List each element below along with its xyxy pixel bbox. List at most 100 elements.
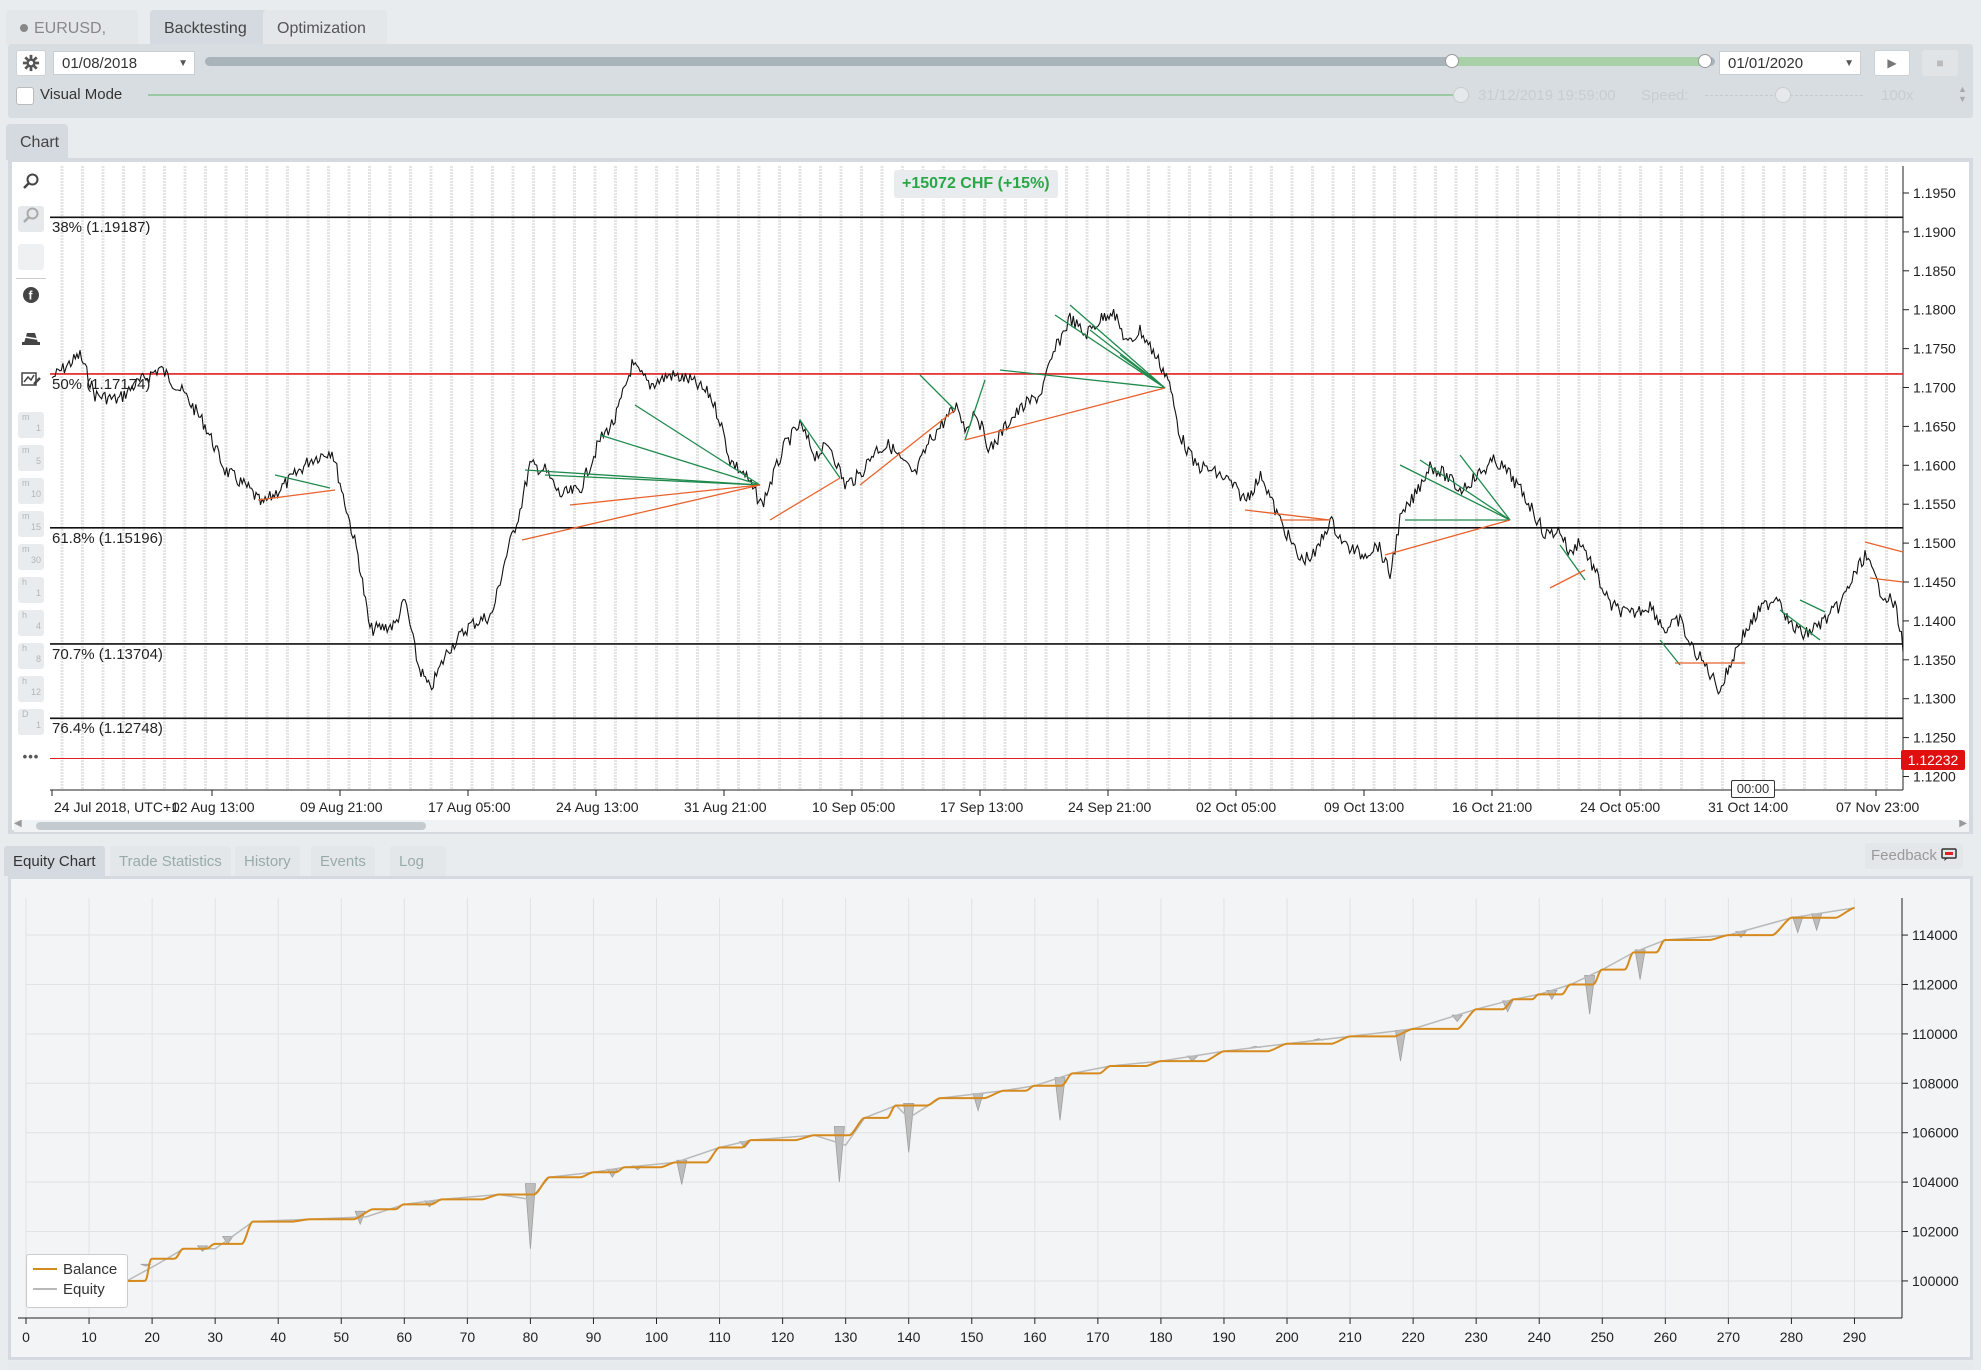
more-button[interactable]: •••	[18, 744, 44, 770]
timeframe-h1[interactable]: h1	[18, 577, 44, 603]
tab-events-label: Events	[320, 853, 366, 870]
tab-log-label: Log	[399, 853, 425, 870]
timeframe-m10[interactable]: m 10	[18, 478, 44, 504]
tab-events[interactable]: Events	[311, 846, 375, 876]
feedback-label: Feedback	[1871, 847, 1937, 864]
timeframe-m1[interactable]: m1	[18, 412, 44, 438]
tab-symbol[interactable]: EURUSD, h1	[6, 10, 138, 75]
timeframe-unit: D	[22, 709, 29, 719]
tab-equity-chart[interactable]: Equity Chart	[4, 846, 105, 876]
timeframe-unit: h	[22, 643, 28, 653]
equity-chart-panel	[8, 876, 1973, 1360]
range-handle-end[interactable]	[1698, 54, 1712, 68]
timeframe-unit: h	[22, 676, 28, 686]
timeframe-unit: m	[22, 544, 30, 554]
range-handle-start[interactable]	[1445, 54, 1459, 68]
start-date-value: 01/08/2018	[62, 55, 138, 72]
zoom-in-button[interactable]	[18, 172, 44, 198]
timeframe-unit: m	[22, 511, 30, 521]
fib-label: 70.7% (1.13704)	[52, 645, 163, 663]
timeframe-h4[interactable]: h4	[18, 610, 44, 636]
zoom-out-button[interactable]	[18, 206, 44, 232]
timeframe-unit: m	[22, 478, 30, 488]
tab-history[interactable]: History	[235, 846, 300, 876]
speed-slider[interactable]	[1705, 87, 1863, 103]
speed-stepper-icon[interactable]: ▲ ▼	[1958, 84, 1967, 104]
timeframe-unit: h	[22, 610, 28, 620]
current-price-value: 1.12232	[1907, 752, 1959, 768]
play-button[interactable]: ▶	[1874, 50, 1910, 76]
timeframe-count: 1	[35, 423, 41, 433]
tab-trade-statistics[interactable]: Trade Statistics	[110, 846, 231, 876]
playback-handle[interactable]	[1453, 87, 1469, 103]
fib-label: 50% (1.17174)	[52, 375, 151, 393]
timeframe-unit: m	[22, 445, 30, 455]
timeframe-h8[interactable]: h8	[18, 643, 44, 669]
legend-item-equity: Equity	[33, 1281, 105, 1298]
visual-mode-checkbox[interactable]	[16, 87, 34, 105]
chart-side-toolbar: f m 1 m 5 m 10 m 15 m 30 h 1 h 4 h 8 h 12 D 1 •••	[14, 164, 50, 764]
tab-optimization-label: Optimization	[277, 20, 366, 37]
tab-optimization[interactable]: Optimization	[263, 10, 387, 44]
start-date-field[interactable]: 01/08/2018 ▼	[53, 51, 195, 75]
range-fill	[1450, 57, 1710, 66]
gear-icon	[22, 54, 40, 72]
tab-equity-chart-label: Equity Chart	[13, 853, 96, 870]
settings-button[interactable]	[16, 50, 46, 76]
timeframe-count: 12	[30, 687, 41, 697]
speed-value: 100x	[1881, 87, 1914, 104]
scroll-thumb[interactable]	[36, 822, 426, 830]
tab-backtesting[interactable]: Backtesting	[150, 10, 269, 44]
equity-legend: Balance Equity	[26, 1254, 128, 1308]
profit-badge: +15072 CHF (+15%)	[894, 170, 1058, 198]
drawing-tools-button[interactable]	[18, 328, 44, 354]
price-chart-panel	[8, 158, 1973, 834]
chevron-down-icon: ▼	[178, 58, 188, 69]
timeframe-count: 5	[35, 456, 41, 466]
hat-icon	[22, 333, 40, 345]
timeframe-m15[interactable]: m 15	[18, 511, 44, 537]
zoom-in-icon	[23, 173, 39, 189]
scroll-left-icon[interactable]: ◀	[14, 818, 22, 829]
tab-chart-label: Chart	[20, 134, 60, 151]
backtest-toolbar: 01/08/2018 ▼ 01/01/2020 ▼ ▶ ■ Visual Mode …	[8, 44, 1973, 118]
timeframe-unit: m	[22, 412, 30, 422]
fib-label: 38% (1.19187)	[52, 219, 151, 237]
f-icon: f	[23, 287, 39, 303]
end-date-value: 01/01/2020	[1728, 55, 1804, 72]
legend-swatch-balance	[33, 1268, 57, 1270]
cursor-time-tag: 00:00	[1731, 780, 1775, 798]
blank-tool-button[interactable]	[18, 244, 44, 270]
feedback-button[interactable]: Feedback	[1865, 843, 1964, 869]
feedback-icon	[1941, 848, 1957, 861]
chart-scrollbar[interactable]: ◀ ▶	[14, 818, 1969, 832]
timeframe-h12[interactable]: h 12	[18, 676, 44, 702]
speed-handle[interactable]	[1775, 87, 1791, 103]
edit-chart-button[interactable]	[18, 370, 44, 396]
more-icon: •••	[22, 749, 40, 764]
timeframe-count: 8	[35, 654, 41, 664]
indicator-button[interactable]: f	[18, 286, 44, 312]
range-slider[interactable]	[205, 54, 1715, 68]
tab-backtesting-label: Backtesting	[164, 20, 247, 37]
legend-swatch-equity	[33, 1288, 57, 1290]
timeframe-count: 4	[35, 621, 41, 631]
status-dot-icon	[20, 24, 28, 32]
tab-log[interactable]: Log	[390, 846, 446, 876]
tab-chart[interactable]: Chart	[6, 124, 68, 160]
timeframe-m5[interactable]: m5	[18, 445, 44, 471]
playback-progress-slider[interactable]	[148, 87, 1469, 103]
status-strip	[8, 1362, 1973, 1370]
scroll-right-icon[interactable]: ▶	[1959, 818, 1967, 829]
timeframe-count: 15	[30, 522, 41, 532]
timeframe-D1[interactable]: D1	[18, 709, 44, 735]
end-date-field[interactable]: 01/01/2020 ▼	[1719, 51, 1861, 75]
timeframe-count: 10	[30, 489, 41, 499]
tab-trade-statistics-label: Trade Statistics	[119, 853, 222, 870]
zoom-out-icon	[23, 207, 39, 223]
cursor-time-value: 00:00	[1736, 781, 1770, 796]
tab-history-label: History	[244, 853, 291, 870]
stop-button[interactable]: ■	[1922, 50, 1958, 76]
profit-badge-text: +15072 CHF (+15%)	[902, 175, 1050, 192]
timeframe-m30[interactable]: m 30	[18, 544, 44, 570]
